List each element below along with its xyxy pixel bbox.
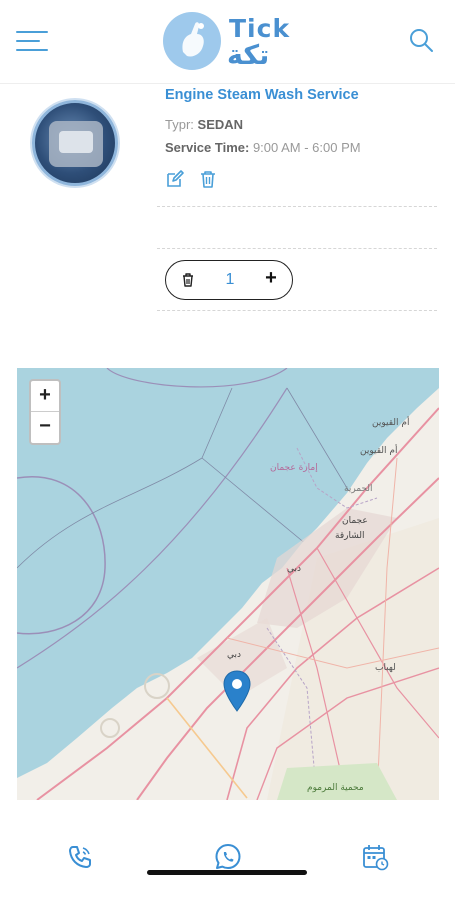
map-label: أم القيوين — [372, 418, 410, 428]
service-time-label: Service Time: — [165, 140, 250, 155]
location-map[interactable]: + − أم القيوين أم القيوين إمارة عجمان ال… — [17, 368, 439, 800]
zoom-in-button[interactable]: + — [31, 381, 59, 412]
app-logo: Tick تكة — [163, 12, 295, 74]
hamburger-menu-icon[interactable] — [16, 31, 48, 53]
map-tiles — [17, 368, 439, 800]
service-time: Service Time: 9:00 AM - 6:00 PM — [165, 140, 361, 155]
bottom-navigation — [0, 800, 455, 900]
map-label: الشارقة — [335, 531, 365, 541]
service-type: Typr: SEDAN — [165, 117, 243, 132]
increase-quantity-button[interactable]: + — [260, 267, 282, 290]
phone-icon[interactable] — [65, 842, 95, 872]
map-label: دبي — [287, 564, 302, 574]
map-label: دبي — [227, 650, 242, 660]
app-header: Tick تكة — [0, 0, 455, 84]
search-icon[interactable] — [408, 27, 434, 53]
edit-icon[interactable] — [165, 169, 185, 189]
logo-text-ar: تكة — [227, 40, 270, 71]
map-label: لهباب — [375, 663, 396, 673]
calendar-icon[interactable] — [360, 842, 390, 872]
service-image — [32, 100, 118, 186]
service-type-value: SEDAN — [197, 117, 244, 132]
service-time-value: 9:00 AM - 6:00 PM — [252, 140, 361, 155]
map-label: إمارة عجمان — [270, 463, 318, 473]
divider — [157, 206, 437, 207]
remove-item-icon[interactable] — [180, 272, 196, 288]
divider — [157, 248, 437, 249]
map-label: عجمان — [342, 516, 368, 526]
service-type-label: Typr: — [165, 117, 194, 132]
logo-hand-icon — [163, 12, 221, 70]
delete-icon[interactable] — [198, 169, 218, 189]
divider — [157, 310, 437, 311]
quantity-stepper: 1 + — [165, 260, 293, 300]
map-label: محمية المرموم — [307, 783, 364, 793]
logo-text-en: Tick — [229, 14, 291, 43]
whatsapp-icon[interactable] — [213, 842, 243, 872]
service-title[interactable]: Engine Steam Wash Service — [165, 87, 359, 103]
quantity-value: 1 — [225, 271, 235, 288]
location-pin-icon[interactable] — [222, 670, 252, 712]
map-zoom-control: + − — [29, 379, 61, 445]
map-label: أم القيوين — [360, 446, 398, 456]
service-actions — [165, 169, 225, 191]
map-label: الحمرية — [344, 484, 373, 494]
zoom-out-button[interactable]: − — [31, 412, 59, 443]
home-indicator — [147, 870, 307, 875]
